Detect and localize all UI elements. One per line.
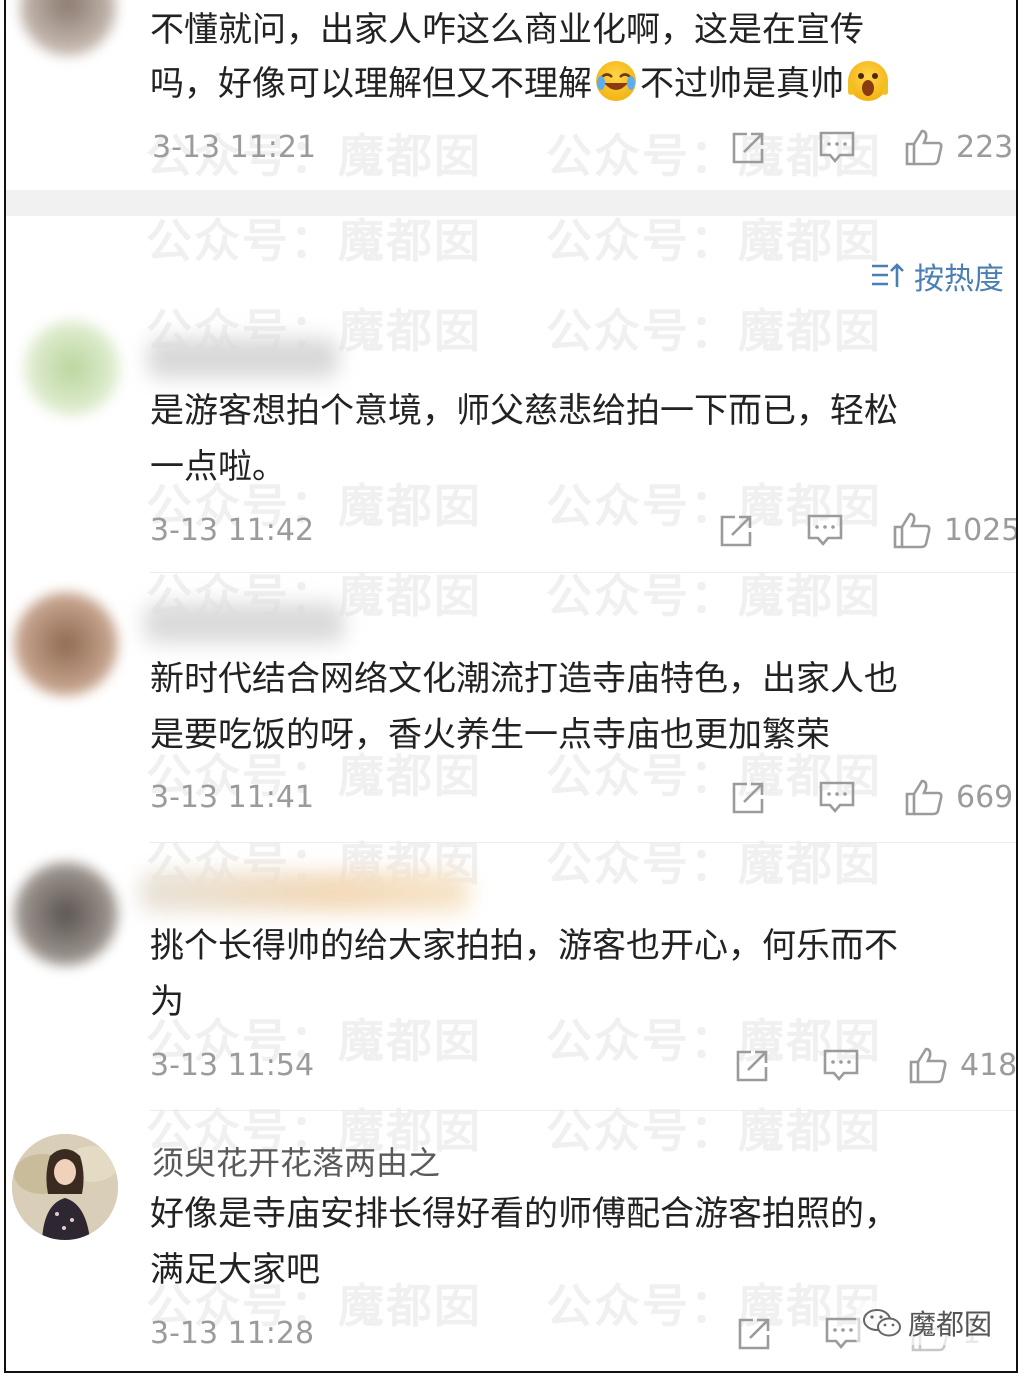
like-icon [893,512,931,549]
comment-text: 满足大家吧 [150,1250,320,1290]
share-icon[interactable] [718,513,754,553]
sort-icon [872,263,904,287]
share-icon[interactable] [734,1048,770,1088]
comment-text: 一点啦。 [150,447,286,487]
comment-text: 挑个长得帅的给大家拍拍，游客也开心，何乐而不 [150,926,898,966]
comment-icon[interactable] [818,130,856,170]
laughing-crying-emoji-icon [596,61,636,101]
avatar[interactable] [12,1134,118,1240]
comment-time: 3-13 11:21 [152,130,317,165]
like-count: 1025 [944,512,1018,548]
like-icon [905,779,943,816]
watermark: 公众号：魔都囡 [546,837,882,891]
comment-time: 3-13 11:42 [150,513,315,548]
comment-time: 3-13 11:54 [150,1048,315,1083]
like-icon [909,1047,947,1084]
watermark: 公众号：魔都囡 [546,569,882,623]
share-icon[interactable] [730,130,766,170]
share-icon[interactable] [730,780,766,820]
brand-watermark: 魔都囡 [855,1301,998,1345]
share-icon[interactable] [736,1316,772,1356]
comment-text-part: 不过帅是真帅 [640,64,844,104]
username-redacted[interactable] [148,338,338,378]
sort-toggle[interactable]: 按热度 [870,254,1004,298]
comment-text: 吗，好像可以理解但又不理解 不过帅是真帅 [150,56,892,112]
avatar[interactable] [20,0,116,56]
divider [150,842,1016,843]
comment-icon[interactable] [806,513,844,553]
avatar[interactable] [14,592,118,696]
comment-text: 是要吃饭的呀，香火养生一点寺庙也更加繁荣 [150,715,830,755]
comment-text: 新时代结合网络文化潮流打造寺庙特色，出家人也 [150,659,898,699]
sort-label: 按热度 [914,262,1004,297]
divider [150,572,1016,573]
brand-label: 魔都囡 [907,1308,992,1341]
like-count: 669 [956,779,1014,815]
watermark: 公众号：魔都囡 [546,304,882,358]
comment-screenshot: 公众号：魔都囡 公众号：魔都囡 公众号：魔都囡 公众号：魔都囡 公众号：魔都囡 … [4,0,1018,1373]
comment-text: 是游客想拍个意境，师父慈悲给拍一下而已，轻松 [150,391,898,431]
comment-time: 3-13 11:28 [150,1316,315,1351]
section-divider [6,190,1016,216]
like-button[interactable]: 223 [904,128,1013,166]
username-redacted[interactable] [144,603,344,643]
like-button[interactable]: 418 [908,1046,1018,1084]
avatar-photo-icon [12,1134,118,1240]
like-icon [905,129,943,166]
screaming-emoji-icon [848,61,888,101]
comment-text: 为 [150,982,184,1022]
avatar[interactable] [14,862,118,966]
divider [150,1110,1016,1111]
like-count: 223 [956,129,1014,165]
comment-icon[interactable] [822,1048,860,1088]
comment-text-part: 吗，好像可以理解但又不理解 [150,64,592,104]
like-button[interactable]: 669 [904,778,1013,816]
comment-icon[interactable] [818,780,856,820]
like-button[interactable]: 1025 [892,511,1018,549]
comment-text: 不懂就问，出家人咋这么商业化啊，这是在宣传 [150,10,864,50]
username[interactable]: 须臾花开花落两由之 [152,1138,440,1184]
avatar[interactable] [24,320,120,416]
like-count: 418 [960,1047,1018,1083]
comment-time: 3-13 11:41 [150,780,315,815]
comment-text: 好像是寺庙安排长得好看的师傅配合游客拍照的， [150,1194,898,1234]
wechat-icon [862,1309,901,1337]
watermark: 公众号：魔都囡 [546,1104,882,1158]
username-redacted[interactable] [140,872,470,912]
